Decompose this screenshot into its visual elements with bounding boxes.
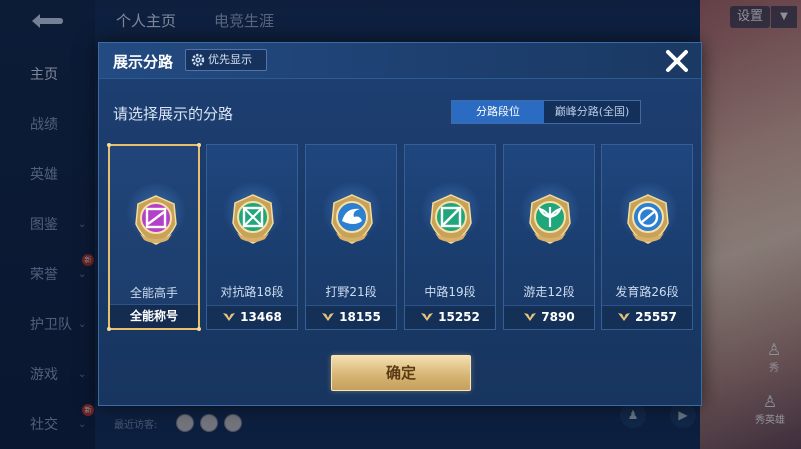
lane-name: 全能高手 [129, 286, 178, 300]
lane-card[interactable]: 对抗路18段 13468 [206, 144, 298, 330]
lane-display-dialog: 展示分路 优先显示 请选择展示的分路 分路段位 巅峰分路(全国) 全能高手全能称… [98, 42, 702, 406]
selection-corner [197, 143, 201, 147]
rank-wings-icon [322, 313, 335, 321]
lane-name: 游走12段 [523, 285, 575, 299]
rank-wings-icon [421, 313, 434, 321]
lane-name: 中路19段 [424, 285, 476, 299]
jungle-emblem-icon [331, 194, 373, 244]
mid-lane-emblem-icon [430, 194, 472, 244]
farm-lane-emblem-icon [627, 194, 669, 244]
dialog-title: 展示分路 [113, 53, 174, 71]
lane-name: 打野21段 [325, 285, 377, 299]
lane-score: 13468 [207, 305, 297, 329]
lane-card[interactable]: 游走12段 7890 [503, 144, 595, 330]
close-icon[interactable] [663, 47, 691, 75]
lane-score: 全能称号 [110, 304, 198, 328]
rank-wings-icon [223, 313, 236, 321]
lane-score-value: 18155 [339, 310, 381, 324]
selection-corner [107, 327, 111, 331]
lane-score-value: 全能称号 [129, 309, 178, 323]
dialog-subtitle: 请选择展示的分路 [113, 105, 234, 123]
lane-score: 25557 [602, 305, 692, 329]
lane-card[interactable]: 全能高手 全能称号 [107, 143, 201, 331]
priority-display-label: 优先显示 [208, 53, 252, 66]
lane-card[interactable]: 发育路26段 25557 [601, 144, 693, 330]
lane-card[interactable]: 打野21段 18155 [305, 144, 397, 330]
lane-score: 15252 [405, 305, 495, 329]
selection-corner [197, 327, 201, 331]
lane-score-value: 7890 [541, 310, 575, 324]
lane-score: 7890 [504, 305, 594, 329]
selection-corner [107, 143, 111, 147]
toggle-lane-rank[interactable]: 分路段位 [452, 101, 544, 123]
lane-score-value: 15252 [438, 310, 480, 324]
lane-card[interactable]: 中路19段 15252 [404, 144, 496, 330]
dialog-header: 展示分路 优先显示 [99, 43, 701, 79]
lane-name: 对抗路18段 [220, 285, 284, 299]
rank-wings-icon [524, 313, 537, 321]
lane-score-value: 25557 [635, 310, 677, 324]
lane-score-value: 13468 [240, 310, 282, 324]
roam-emblem-icon [529, 194, 571, 244]
ranking-mode-toggle: 分路段位 巅峰分路(全国) [451, 100, 641, 124]
gear-icon [191, 53, 205, 67]
priority-display-button[interactable]: 优先显示 [185, 49, 267, 71]
all-round-emblem-icon [135, 195, 177, 245]
lane-name: 发育路26段 [615, 285, 679, 299]
confirm-button[interactable]: 确定 [331, 355, 471, 391]
toggle-peak-lane[interactable]: 巅峰分路(全国) [544, 101, 640, 123]
lane-score: 18155 [306, 305, 396, 329]
rank-wings-icon [618, 313, 631, 321]
clash-lane-emblem-icon [232, 194, 274, 244]
